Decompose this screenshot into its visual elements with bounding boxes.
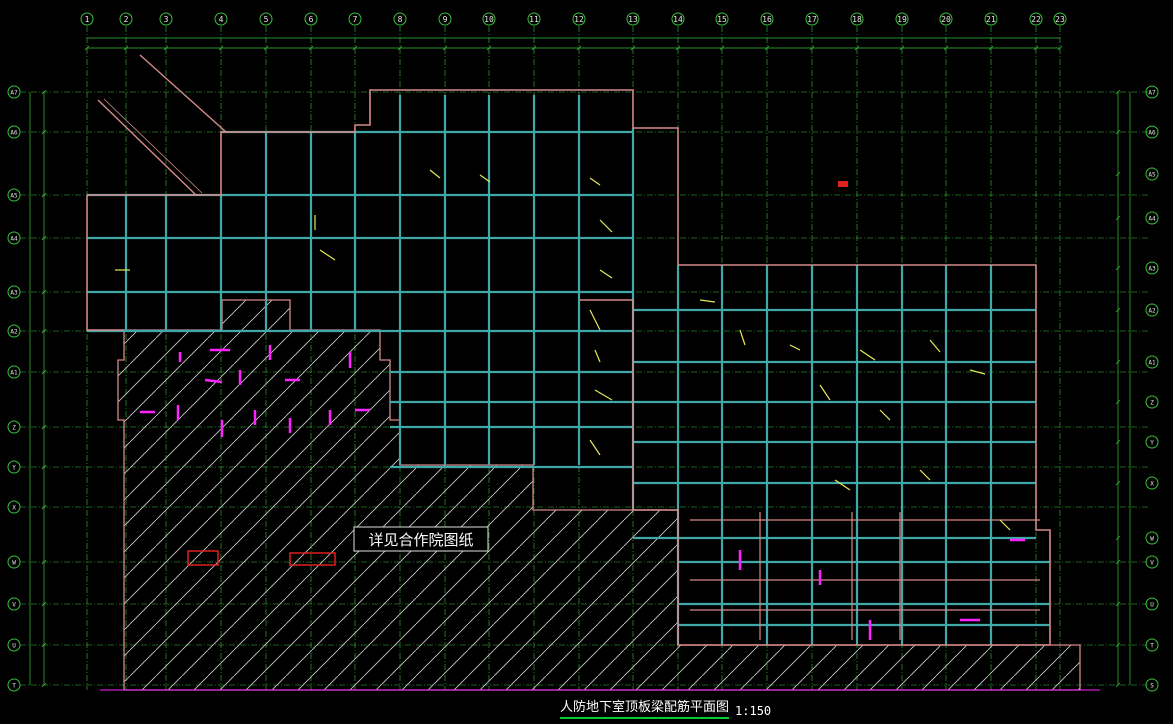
axis-label-row-left: A3 — [10, 290, 18, 297]
rebar-mark — [429, 169, 441, 179]
axis-label-col: 12 — [574, 15, 584, 24]
axis-label-row-left: A4 — [10, 236, 18, 243]
axis-label-row-right: V — [1150, 560, 1154, 567]
axis-label-row-left: A1 — [10, 370, 18, 377]
ramp-wall — [97, 99, 197, 196]
axis-label-row-right: A4 — [1148, 216, 1156, 223]
axis-label-row-left: Z — [12, 425, 16, 432]
axis-label-row-left: A2 — [10, 329, 18, 336]
axis-label-row-right: A3 — [1148, 266, 1156, 273]
rebar-mark — [879, 409, 891, 421]
axis-label-col: 1 — [85, 15, 90, 24]
axis-label-col: 3 — [164, 15, 169, 24]
axis-label-col: 18 — [852, 15, 862, 24]
rebar-mark — [859, 349, 876, 361]
axis-label-row-right: A6 — [1148, 130, 1156, 137]
axis-label-row-right: A7 — [1148, 90, 1156, 97]
axis-label-col: 17 — [807, 15, 817, 24]
axis-label-row-right: A2 — [1148, 308, 1156, 315]
red-mark — [838, 181, 848, 187]
axis-label-col: 16 — [762, 15, 772, 24]
axis-label-col: 13 — [628, 15, 638, 24]
rebar-mark — [319, 249, 336, 261]
axis-label-col: 22 — [1031, 15, 1041, 24]
rebar-mark — [919, 469, 931, 481]
axis-label-row-left: A5 — [10, 193, 18, 200]
axis-label-col: 10 — [484, 15, 494, 24]
rebar-mark — [999, 519, 1011, 531]
rebar-mark — [599, 219, 613, 233]
drawing-title: 人防地下室顶板梁配筋平面图 — [560, 700, 730, 719]
rebar-mark — [699, 299, 716, 303]
axis-label-row-right: U — [1150, 602, 1154, 609]
cad-drawing-canvas: 1 2 3 4 5 6 7 8 9 10 11 12 13 14 15 16 17 18 19 20 21 22 23A7A… — [7, 12, 1159, 692]
axis-label-col: 4 — [219, 15, 224, 24]
rebar-mark — [594, 349, 601, 363]
axis-label-col: 21 — [986, 15, 996, 24]
axis-label-row-right: S — [1150, 683, 1154, 690]
axis-label-row-left: W — [12, 560, 16, 567]
ramp-wall — [103, 98, 203, 194]
axis-label-col: 9 — [443, 15, 448, 24]
outer-wall — [86, 195, 124, 331]
axis-label-row-left: U — [12, 643, 16, 650]
rebar-mark — [929, 339, 941, 353]
rebar-mark — [594, 389, 613, 401]
axis-label-row-left: T — [12, 683, 16, 690]
axis-label-row-right: Z — [1150, 400, 1154, 407]
axis-label-row-right: Y — [1150, 440, 1154, 447]
axis-label-col: 5 — [264, 15, 269, 24]
axis-label-col: 20 — [941, 15, 951, 24]
see-drawing-note: 详见合作院图纸 — [368, 531, 473, 549]
rebar-mark — [589, 177, 601, 186]
axis-label-col: 23 — [1055, 15, 1065, 24]
axis-label-row-right: A5 — [1148, 172, 1156, 179]
axis-label-row-left: Y — [12, 465, 16, 472]
axis-label-row-left: X — [12, 505, 16, 512]
axis-label-row-left: A6 — [10, 130, 18, 137]
rebar-mark — [739, 329, 746, 346]
rebar-mark — [789, 344, 801, 351]
title-block: 人防地下室顶板梁配筋平面图 1:150 — [560, 697, 771, 719]
axis-label-col: 2 — [124, 15, 129, 24]
ramp-wall — [139, 54, 227, 133]
rebar-mark — [834, 479, 851, 491]
axis-label-row-right: W — [1150, 536, 1154, 543]
axis-label-row-left: A7 — [10, 90, 18, 97]
axis-label-col: 7 — [353, 15, 358, 24]
axis-label-col: 15 — [717, 15, 727, 24]
rebar-mark — [819, 384, 831, 401]
rebar-mark — [599, 269, 613, 279]
axis-label-row-left: V — [12, 602, 16, 609]
drawing-scale: 1:150 — [735, 704, 772, 718]
axis-label-row-right: X — [1150, 481, 1154, 488]
axis-label-row-right: A1 — [1148, 360, 1156, 367]
axis-label-col: 19 — [897, 15, 907, 24]
axis-label-col: 14 — [673, 15, 683, 24]
axis-label-col: 8 — [398, 15, 403, 24]
rebar-mark — [589, 309, 601, 331]
axis-label-col: 6 — [309, 15, 314, 24]
axis-label-row-right: T — [1150, 643, 1154, 650]
axis-label-col: 11 — [529, 15, 539, 24]
rebar-mark — [589, 439, 601, 456]
